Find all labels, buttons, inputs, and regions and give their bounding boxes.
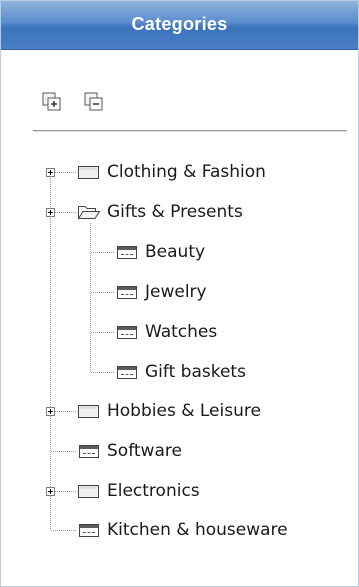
expander-hobbies[interactable]	[46, 407, 55, 416]
node-label: Beauty	[145, 242, 206, 262]
tree-node-electronics[interactable]: Electronics	[77, 476, 200, 506]
tree-node-beauty[interactable]: Beauty	[115, 237, 205, 267]
node-label: Watches	[145, 322, 218, 342]
folder-closed-icon	[77, 481, 101, 501]
category-tree: Clothing & Fashion Gifts & Presents Beau…	[1, 1, 358, 586]
category-item-icon	[115, 322, 139, 342]
tree-node-gift-baskets[interactable]: Gift baskets	[115, 357, 246, 387]
node-label: Clothing & Fashion	[107, 162, 266, 182]
node-label: Electronics	[107, 481, 200, 501]
category-item-icon	[115, 362, 139, 382]
expander-electronics[interactable]	[46, 487, 55, 496]
folder-closed-icon	[77, 162, 101, 182]
category-item-icon	[115, 242, 139, 262]
node-label: Hobbies & Leisure	[107, 401, 261, 421]
tree-node-watches[interactable]: Watches	[115, 317, 217, 347]
tree-node-jewelry[interactable]: Jewelry	[115, 277, 207, 307]
category-item-icon	[115, 282, 139, 302]
node-label: Kitchen & houseware	[107, 520, 288, 540]
folder-open-icon	[77, 202, 101, 222]
node-label: Gift baskets	[145, 362, 246, 382]
folder-closed-icon	[77, 401, 101, 421]
node-label: Gifts & Presents	[107, 202, 243, 222]
tree-node-software[interactable]: Software	[77, 436, 182, 466]
expander-clothing[interactable]	[46, 168, 55, 177]
node-label: Software	[107, 441, 182, 461]
tree-node-clothing-fashion[interactable]: Clothing & Fashion	[77, 157, 266, 187]
categories-panel: Categories Clothing & Fashion Gifts & Pr…	[0, 0, 359, 587]
category-item-icon	[77, 520, 101, 540]
category-item-icon	[77, 441, 101, 461]
tree-node-hobbies-leisure[interactable]: Hobbies & Leisure	[77, 396, 261, 426]
node-label: Jewelry	[145, 282, 207, 302]
tree-node-gifts-presents[interactable]: Gifts & Presents	[77, 197, 243, 227]
tree-node-kitchen-houseware[interactable]: Kitchen & houseware	[77, 515, 288, 545]
expander-gifts[interactable]	[46, 208, 55, 217]
